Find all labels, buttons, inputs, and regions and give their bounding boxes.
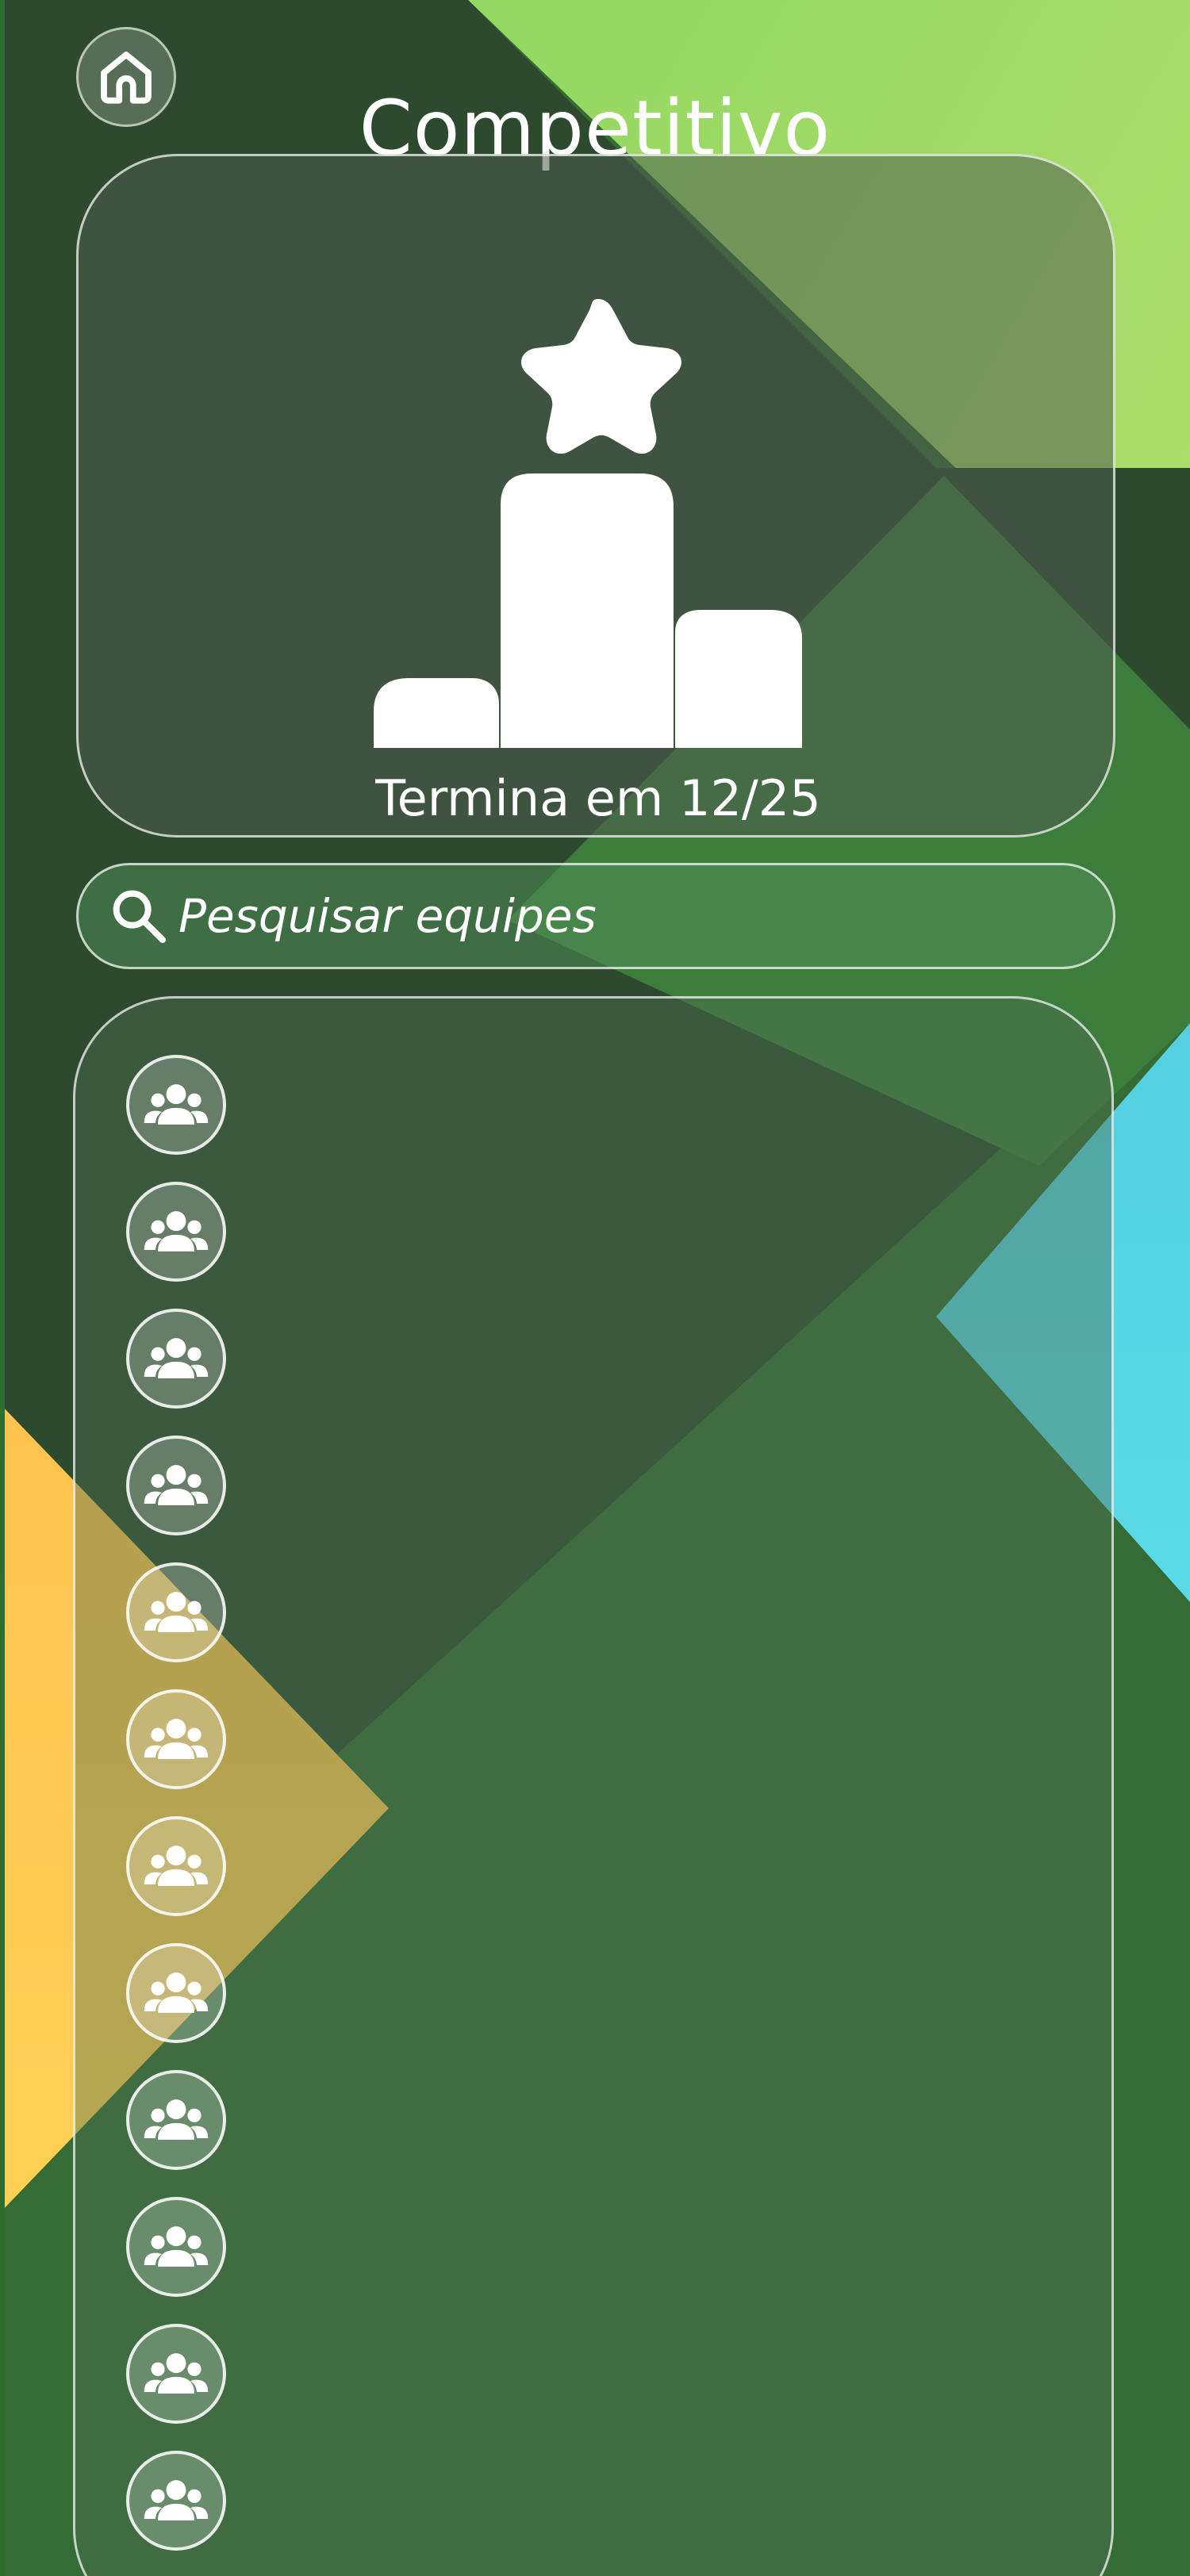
team-group-icon xyxy=(144,1084,209,1125)
team-avatar xyxy=(126,1182,226,1282)
team-group-icon xyxy=(144,1465,209,1505)
team-group-icon xyxy=(144,1846,209,1886)
background-left-strip xyxy=(0,0,5,2576)
team-avatar xyxy=(126,2451,226,2551)
search-input[interactable] xyxy=(178,889,1051,943)
team-list-item[interactable] xyxy=(126,1803,999,1930)
team-avatar xyxy=(126,2197,226,2297)
team-group-icon xyxy=(144,1211,209,1252)
team-list-item[interactable] xyxy=(126,1930,999,2057)
team-group-icon xyxy=(144,1338,209,1378)
team-group-icon xyxy=(144,2099,209,2140)
team-avatar xyxy=(126,2070,226,2170)
team-list-item[interactable] xyxy=(126,1549,999,1676)
team-avatar xyxy=(126,1816,226,1916)
team-group-icon xyxy=(144,1719,209,1759)
team-avatar xyxy=(126,1309,226,1409)
team-list-item[interactable] xyxy=(126,1422,999,1549)
team-list xyxy=(126,1041,999,2564)
team-avatar xyxy=(126,2324,226,2424)
team-list-item[interactable] xyxy=(126,1168,999,1295)
competition-end-label: Termina em 12/25 xyxy=(375,769,821,827)
team-list-item[interactable] xyxy=(126,2057,999,2183)
team-avatar xyxy=(126,1055,226,1155)
team-list-item[interactable] xyxy=(126,2183,999,2310)
teams-list-card xyxy=(73,996,1114,2576)
team-list-item[interactable] xyxy=(126,1041,999,1168)
team-list-item[interactable] xyxy=(126,2310,999,2437)
team-avatar xyxy=(126,1562,226,1662)
search-bar[interactable] xyxy=(76,863,1115,969)
team-list-item[interactable] xyxy=(126,1676,999,1803)
team-group-icon xyxy=(144,1972,209,2013)
team-group-icon xyxy=(144,1592,209,1632)
team-avatar xyxy=(126,1689,226,1789)
star-podium-icon xyxy=(374,299,802,748)
team-list-item[interactable] xyxy=(126,1295,999,1422)
team-avatar xyxy=(126,1436,226,1535)
team-group-icon xyxy=(144,2353,209,2394)
team-avatar xyxy=(126,1943,226,2043)
team-group-icon xyxy=(144,2226,209,2267)
team-group-icon xyxy=(144,2480,209,2520)
competition-card: Termina em 12/25 xyxy=(76,154,1115,838)
search-icon xyxy=(113,890,166,943)
team-list-item[interactable] xyxy=(126,2437,999,2564)
